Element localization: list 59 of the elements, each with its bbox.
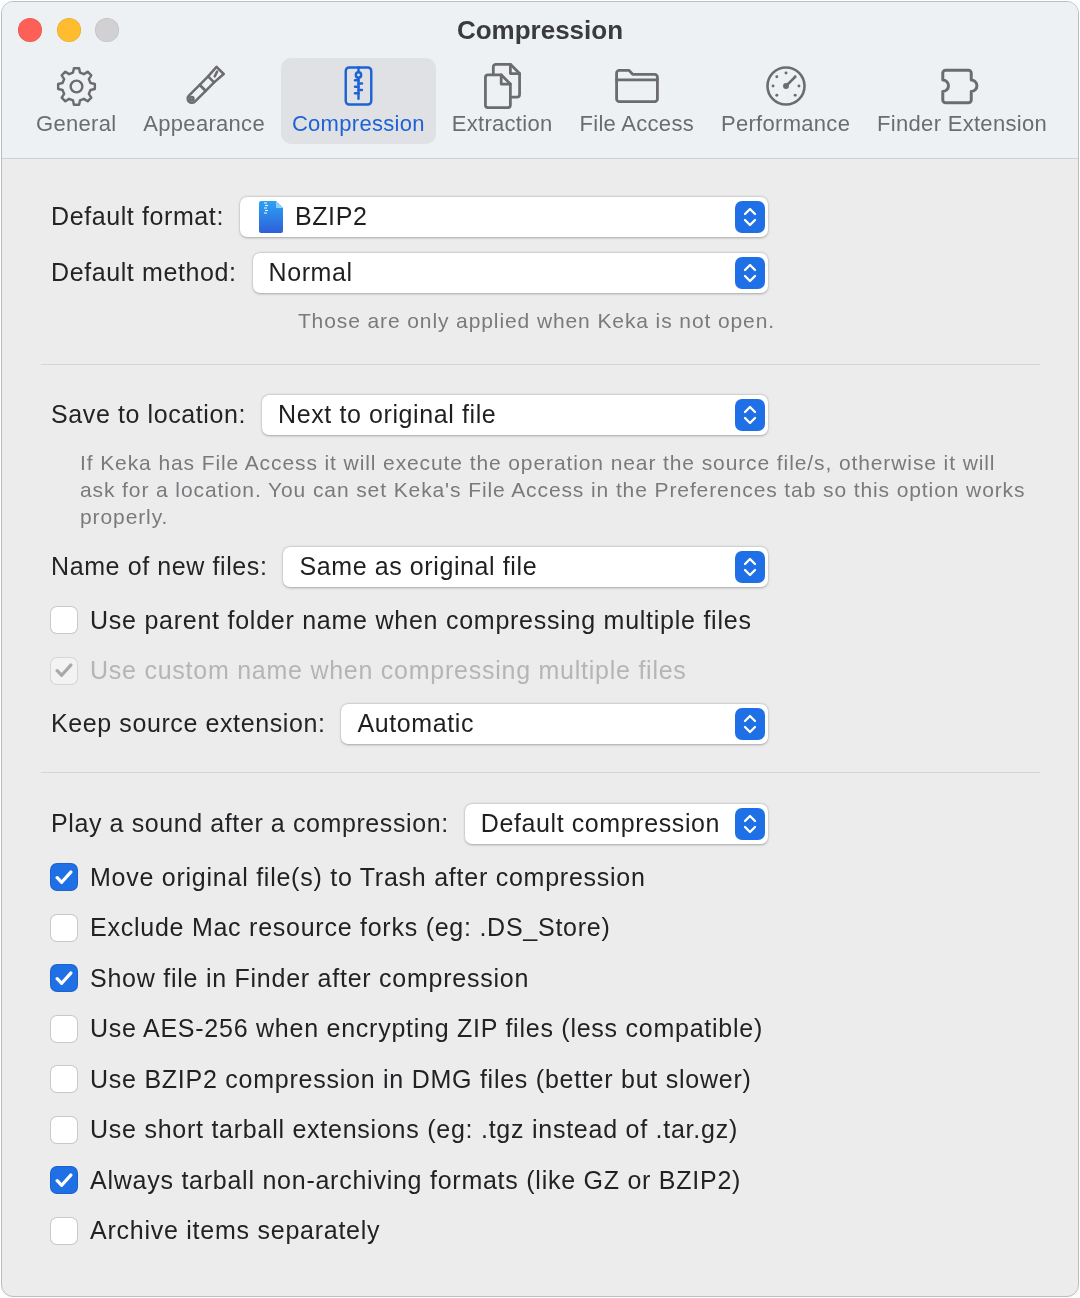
up-down-chevron-icon (735, 808, 765, 840)
checkbox-label[interactable]: Use AES-256 when encrypting ZIP files (less compatible) (90, 1010, 764, 1048)
popup-button[interactable]: Normal (252, 253, 768, 293)
toolbar-tab[interactable]: General (25, 58, 128, 144)
popup-button[interactable]: Next to original file (262, 395, 768, 435)
checkbox-label[interactable]: Exclude Mac resource forks (eg: .DS_Store) (90, 909, 611, 947)
checkmark-icon (55, 970, 73, 986)
popup-button[interactable]: Automatic (341, 704, 768, 744)
checkmark-icon (55, 869, 73, 885)
popup-button[interactable]: BZIP2 (239, 197, 768, 237)
up-down-chevron-icon (735, 708, 765, 740)
folder-icon (614, 69, 659, 103)
toolbar-tab[interactable]: File Access (568, 58, 705, 144)
up-down-chevron-icon (735, 551, 765, 583)
checkbox[interactable] (51, 1167, 77, 1194)
checkbox-label[interactable]: Move original file(s) to Trash after compression (90, 858, 646, 896)
field-label: Play a sound after a compression: (51, 808, 449, 840)
field-label: Default method: (51, 257, 237, 289)
checkbox-label[interactable]: Use parent folder name when compressing multiple files (90, 601, 752, 639)
up-down-chevron-icon (735, 257, 765, 289)
checkbox-label[interactable]: Show file in Finder after compression (90, 959, 530, 997)
field-label: Name of new files: (51, 551, 268, 583)
toolbar-tab[interactable]: Finder Extension (866, 58, 1058, 144)
window-title: Compression (456, 13, 624, 47)
popup-button[interactable]: Same as original file (283, 547, 768, 587)
checkbox-label[interactable]: Archive items separately (90, 1212, 381, 1250)
file-icon (258, 201, 283, 233)
gear-icon (55, 65, 97, 107)
checkmark-icon (55, 1172, 73, 1188)
checkbox-label[interactable]: Use BZIP2 compression in DMG files (better but slower) (90, 1060, 752, 1098)
popup-button[interactable]: Default compression (464, 804, 768, 844)
checkbox[interactable] (51, 965, 77, 992)
checkbox-label[interactable]: Always tarball non-archiving formats (like GZ or BZIP2) (90, 1161, 742, 1199)
field-label: Keep source extension: (51, 708, 326, 740)
documents-icon (483, 63, 521, 109)
toolbar-tab[interactable]: Extraction (440, 58, 564, 144)
checkbox[interactable] (51, 1066, 77, 1093)
checkbox[interactable] (51, 864, 77, 891)
up-down-chevron-icon (735, 201, 765, 233)
checkbox-label[interactable]: Use short tarball extensions (eg: .tgz instead of .tar.gz) (90, 1111, 738, 1149)
toolbar-tab[interactable]: Performance (709, 58, 862, 144)
toolbar-tab[interactable]: Appearance (132, 58, 276, 144)
checkbox[interactable] (51, 1217, 77, 1244)
toolbar-tab[interactable]: Compression (280, 58, 436, 144)
field-label: Save to location: (51, 399, 247, 431)
description-text: If Keka has File Access it will execute the operation near the source file/s, otherwise it will ask for a location. You can set Keka's File Access in the Preferences tab so this option works properly. (79, 450, 1027, 530)
paintbrush-icon (183, 65, 225, 107)
checkbox[interactable] (51, 914, 77, 941)
checkbox[interactable] (51, 1116, 77, 1143)
minimize-button[interactable] (56, 18, 81, 42)
checkbox[interactable] (51, 607, 77, 634)
close-button[interactable] (18, 18, 42, 42)
checkbox[interactable] (51, 1015, 77, 1042)
zipper-document-icon (343, 65, 373, 107)
field-label: Default format: (51, 201, 224, 233)
gauge-icon (765, 66, 806, 106)
hint-text: Those are only applied when Keka is not open. (297, 309, 775, 332)
up-down-chevron-icon (735, 399, 765, 431)
checkmark-icon (55, 663, 73, 679)
